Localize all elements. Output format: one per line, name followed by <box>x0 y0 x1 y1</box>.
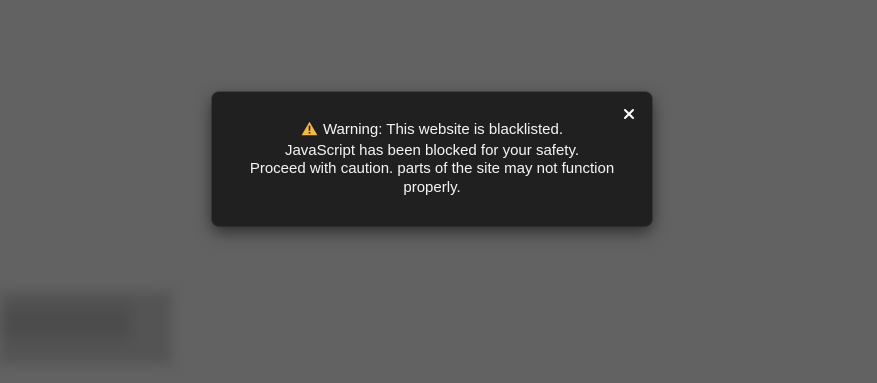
blurred-background-content <box>0 292 172 364</box>
warning-line-3: Proceed with caution. parts of the site … <box>249 160 615 196</box>
warning-line-2: JavaScript has been blocked for your saf… <box>284 141 580 159</box>
warning-headline: Warning: This website is blacklisted. <box>232 121 632 142</box>
warning-line-1: Warning: This website is blacklisted. <box>322 121 564 138</box>
blurred-background-text <box>4 306 130 340</box>
warning-triangle-icon <box>301 121 318 142</box>
blacklist-warning-dialog: Warning: This website is blacklisted. Ja… <box>212 92 652 226</box>
warning-message: Warning: This website is blacklisted. Ja… <box>212 121 652 197</box>
